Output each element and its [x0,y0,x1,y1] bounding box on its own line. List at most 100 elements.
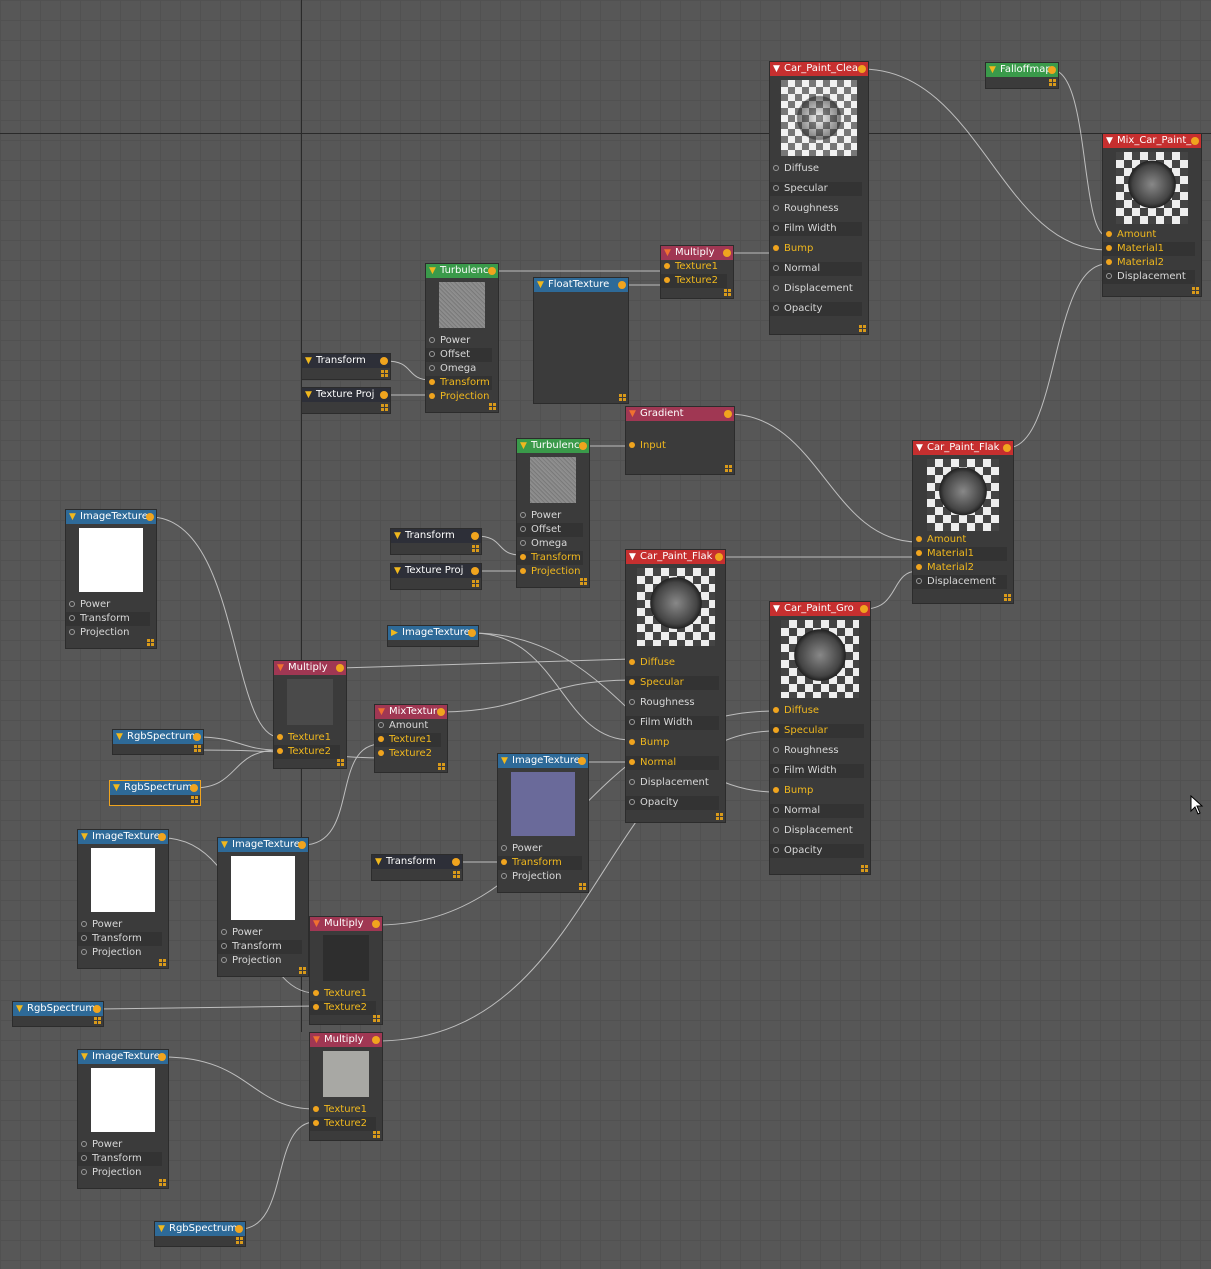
collapse-triangle-icon[interactable]: ▼ [81,830,88,844]
node-header[interactable]: ▼ Car_Paint_Gro [770,602,870,616]
resize-handle-icon[interactable] [94,1017,101,1024]
input-port-projection[interactable]: Projection [426,390,492,404]
input-port-film-width[interactable]: Film Width [770,764,864,778]
node-transform-1[interactable]: ▼ Transform [302,354,390,379]
input-port-power[interactable]: Power [218,926,302,940]
node-header[interactable]: ▼ RgbSpectrum [113,730,203,744]
resize-handle-icon[interactable] [159,959,166,966]
input-port-transform[interactable]: Transform [498,856,582,870]
node-header[interactable]: ▼ MixTexture [375,705,447,719]
node-header[interactable]: ▼ Turbulence [426,264,498,278]
output-port[interactable] [723,249,731,257]
output-port[interactable] [618,281,626,289]
input-port-material1[interactable]: Material1 [913,547,1007,561]
node-multiply-3[interactable]: ▼ Multiply Texture1 Texture2 [310,917,382,1024]
node-transform-2[interactable]: ▼ Transform [391,529,481,554]
collapse-triangle-icon[interactable]: ▼ [773,602,780,616]
resize-handle-icon[interactable] [373,1015,380,1022]
resize-handle-icon[interactable] [191,796,198,803]
input-port-projection[interactable]: Projection [517,565,583,579]
resize-handle-icon[interactable] [579,883,586,890]
input-port-roughness[interactable]: Roughness [626,696,719,710]
node-floattexture[interactable]: ▼ FloatTexture [534,278,628,403]
input-port-amount[interactable]: Amount [1103,228,1195,242]
output-port[interactable] [93,1005,101,1013]
node-car-paint-flak-2[interactable]: ▼ Car_Paint_Flak Amount Material1 Materia… [913,441,1013,603]
input-port-amount[interactable]: Amount [913,533,1007,547]
input-port-power[interactable]: Power [426,334,492,348]
collapse-triangle-icon[interactable]: ▼ [313,917,320,931]
output-port[interactable] [471,567,479,575]
input-port-transform[interactable]: Transform [517,551,583,565]
output-port[interactable] [1048,66,1056,74]
input-port-roughness[interactable]: Roughness [770,202,862,216]
resize-handle-icon[interactable] [337,759,344,766]
node-imagetexture-1[interactable]: ▼ ImageTexture Power Transform Projection [66,510,156,648]
resize-handle-icon[interactable] [580,578,587,585]
input-port-texture1[interactable]: Texture1 [375,733,441,747]
collapse-triangle-icon[interactable]: ▼ [989,63,996,77]
node-multiply-top[interactable]: ▼ Multiply Texture1 Texture2 [661,246,733,298]
output-port[interactable] [158,1053,166,1061]
collapse-triangle-icon[interactable]: ▼ [629,550,636,564]
collapse-triangle-icon[interactable]: ▼ [69,510,76,524]
output-port[interactable] [193,733,201,741]
resize-handle-icon[interactable] [236,1237,243,1244]
input-port-displacement[interactable]: Displacement [913,575,1007,589]
input-port-normal[interactable]: Normal [626,756,719,770]
node-header[interactable]: ▼ Multiply [310,1033,382,1047]
input-port-transform[interactable]: Transform [66,612,150,626]
node-header[interactable]: ▼ FloatTexture [534,278,628,292]
input-port-omega[interactable]: Omega [517,537,583,551]
collapse-triangle-icon[interactable]: ▼ [305,388,312,402]
node-header[interactable]: ▼ ImageTexture [78,830,168,844]
input-port-displacement[interactable]: Displacement [770,282,862,296]
input-port-texture2[interactable]: Texture2 [375,747,441,761]
node-header[interactable]: ▼ ImageTexture [498,754,588,768]
input-port-opacity[interactable]: Opacity [626,796,719,810]
output-port[interactable] [380,391,388,399]
input-port-transform[interactable]: Transform [78,932,162,946]
resize-handle-icon[interactable] [159,1179,166,1186]
node-gradient[interactable]: ▼ Gradient Input [626,407,734,474]
resize-handle-icon[interactable] [472,580,479,587]
node-transform-3[interactable]: ▼ Transform [372,855,462,880]
input-port-diffuse[interactable]: Diffuse [770,162,862,176]
input-port-transform[interactable]: Transform [78,1152,162,1166]
input-port-texture1[interactable]: Texture1 [274,731,340,745]
input-port-transform[interactable]: Transform [426,376,492,390]
node-falloffmap[interactable]: ▼ Falloffmap [986,63,1058,88]
collapse-triangle-icon[interactable]: ▼ [520,439,527,453]
input-port-diffuse[interactable]: Diffuse [770,704,864,718]
collapse-triangle-icon[interactable]: ▼ [158,1222,165,1236]
node-header[interactable]: ▼ Texture Proj [391,564,481,578]
node-imagetexture-2[interactable]: ▼ ImageTexture Power Transform Projection [78,830,168,968]
input-port-roughness[interactable]: Roughness [770,744,864,758]
node-header[interactable]: ▼ Transform [372,855,462,869]
input-port-material2[interactable]: Material2 [913,561,1007,575]
input-port-power[interactable]: Power [66,598,150,612]
input-port-power[interactable]: Power [78,1138,162,1152]
input-port-texture1[interactable]: Texture1 [310,1103,376,1117]
output-port[interactable] [578,757,586,765]
node-header[interactable]: ▼ Multiply [274,661,346,675]
resize-handle-icon[interactable] [716,813,723,820]
collapse-triangle-icon[interactable]: ▼ [501,754,508,768]
node-turbulence-1[interactable]: ▼ Turbulence Power Offset Omega Transform… [426,264,498,412]
resize-handle-icon[interactable] [194,745,201,752]
node-header[interactable]: ▼ ImageTexture [78,1050,168,1064]
collapse-triangle-icon[interactable]: ▼ [1106,134,1113,148]
input-port-amount[interactable]: Amount [375,719,441,733]
collapse-triangle-icon[interactable]: ▼ [378,705,385,719]
node-header[interactable]: ▼ Turbulence [517,439,589,453]
resize-handle-icon[interactable] [299,967,306,974]
input-port-opacity[interactable]: Opacity [770,302,862,316]
node-car-paint-gro[interactable]: ▼ Car_Paint_Gro Diffuse Specular Roughnes… [770,602,870,874]
output-port[interactable] [715,553,723,561]
collapse-triangle-icon[interactable]: ▼ [429,264,436,278]
input-port-displacement[interactable]: Displacement [1103,270,1195,284]
node-mix-car-paint[interactable]: ▼ Mix_Car_Paint_ Amount Material1 Materia… [1103,134,1201,296]
collapse-triangle-icon[interactable]: ▼ [629,407,636,421]
node-header[interactable]: ▼ Multiply [661,246,733,260]
resize-handle-icon[interactable] [1004,594,1011,601]
